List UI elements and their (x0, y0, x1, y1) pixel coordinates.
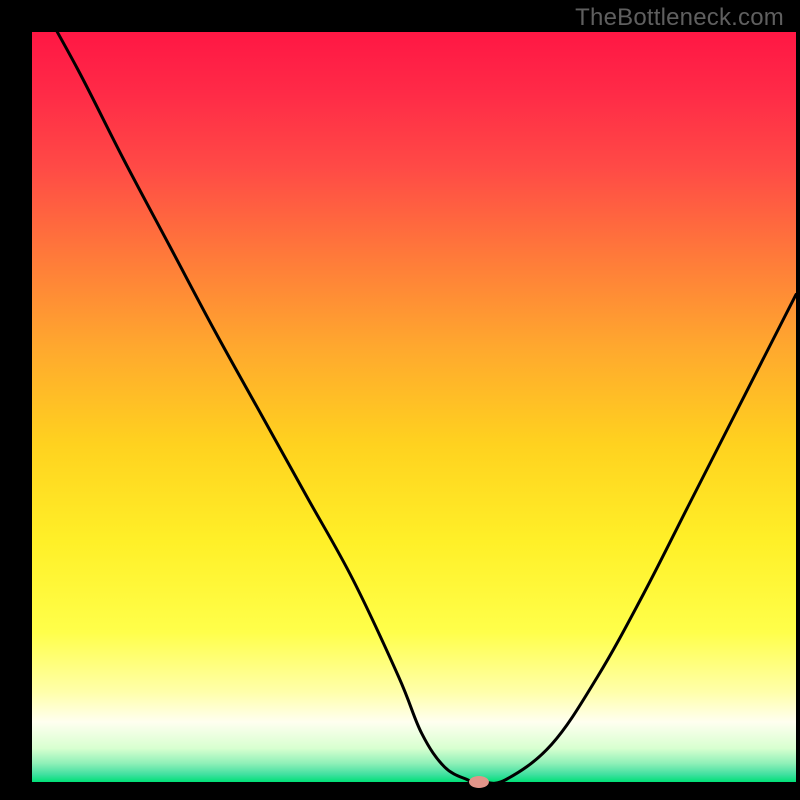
bottleneck-chart (0, 0, 800, 800)
plot-background (32, 32, 796, 782)
watermark-text: TheBottleneck.com (575, 4, 784, 32)
chart-container: TheBottleneck.com (0, 0, 800, 800)
optimal-point-marker (469, 776, 489, 788)
